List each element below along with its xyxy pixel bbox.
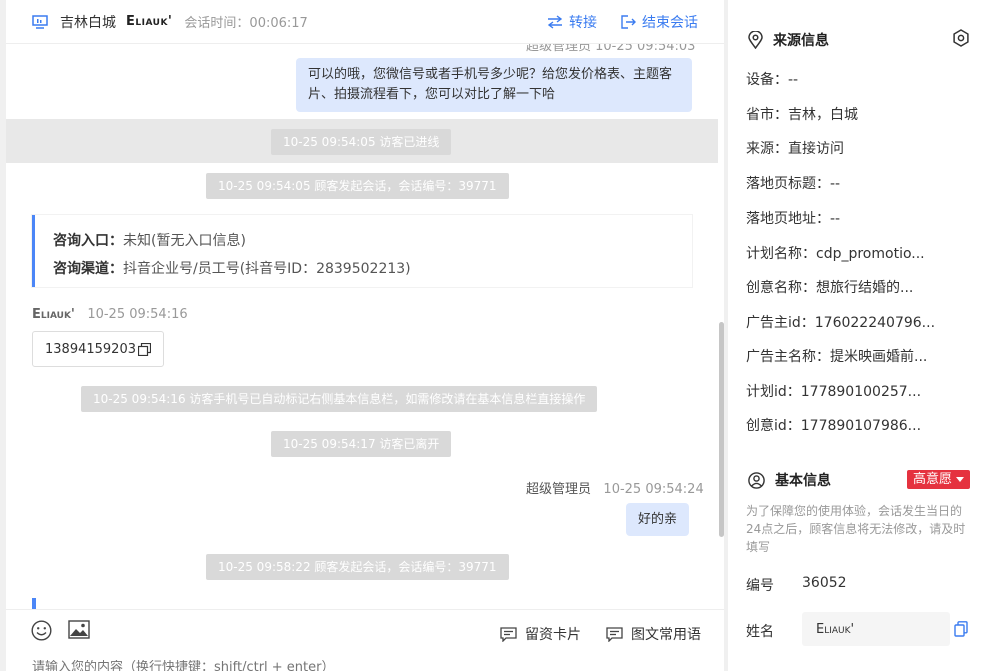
consult-channel-row: 咨询渠道：抖音企业号/员工号(抖音号ID：2839502213) [53, 255, 674, 283]
lead-card-label: 留资卡片 [525, 627, 581, 643]
name-field[interactable] [802, 612, 950, 646]
edit-notice: 为了保障您的使用体验，会话发生当日的24点之后，顾客信息将无法修改，请及时填写 [746, 504, 966, 554]
settings-icon[interactable] [952, 29, 970, 47]
card-edge [32, 598, 36, 609]
message-list[interactable]: 超级管理员 10-25 09:54:03 可以的哦，您微信号或者手机号多少呢？给… [6, 44, 724, 609]
visitor-message-name: Eliauk' [32, 307, 75, 322]
info-row-advertiser-name: 广告主名称：提米映画婚前... [746, 349, 928, 365]
intent-label: 高意愿 [913, 472, 953, 487]
info-panel: 来源信息 设备：-- 省市：吉林，白城 来源：直接访问 落地页标题：-- 落地页… [728, 0, 992, 671]
agent-message-bubble: 可以的哦，您微信号或者手机号多少呢？给您发价格表、主题客片、拍摄流程看下，您可以… [296, 58, 692, 112]
info-row-advertiser-id: 广告主id：176022240796... [746, 315, 936, 331]
header-actions: 转接 结束会话 [547, 0, 698, 44]
consult-entry-row: 咨询入口：未知(暂无入口信息) [53, 227, 674, 255]
consult-channel-label: 咨询渠道： [53, 261, 123, 277]
basic-info-title: 基本信息 [748, 470, 831, 490]
consult-info-card: 咨询入口：未知(暂无入口信息) 咨询渠道：抖音企业号/员工号(抖音号ID：283… [32, 215, 692, 287]
transfer-button[interactable]: 转接 [547, 12, 597, 32]
app-root: 吉林白城 Eliauk' 会话时间：00:06:17 转接 结束会话 超级管理员… [0, 0, 992, 671]
info-row-landing-url: 落地页地址：-- [746, 211, 841, 227]
phone-number: 13894159203 [45, 341, 136, 357]
system-message: 10-25 09:58:22 顾客发起会话，会话编号：39771 [206, 554, 509, 580]
visitor-message-time: 10-25 09:54:16 [87, 307, 188, 322]
copy-icon[interactable] [137, 342, 151, 356]
id-label: 编号 [746, 578, 774, 594]
info-row-plan-name: 计划名称：cdp_promotio... [746, 246, 925, 262]
intent-dropdown[interactable]: 高意愿 [907, 470, 971, 489]
system-message: 10-25 09:54:16 访客手机号已自动标记右侧基本信息栏，如需修改请在基… [81, 386, 598, 412]
user-circle-icon [748, 471, 765, 489]
agent-message-bubble: 好的亲 [626, 503, 690, 536]
visitor-message-meta: Eliauk' 10-25 09:54:16 [32, 307, 188, 322]
basic-info-label: 基本信息 [775, 473, 831, 489]
source-info-label: 来源信息 [773, 33, 829, 49]
info-row-device: 设备：-- [746, 72, 799, 88]
id-value: 36052 [802, 575, 847, 591]
chat-panel: 吉林白城 Eliauk' 会话时间：00:06:17 转接 结束会话 超级管理员… [6, 0, 724, 671]
info-row-plan-id: 计划id：177890100257... [746, 384, 922, 400]
agent-message-meta: 超级管理员 10-25 09:54:24 [526, 478, 704, 497]
transfer-label: 转接 [569, 15, 597, 31]
image-icon[interactable] [68, 620, 90, 639]
scrollbar-thumb[interactable] [719, 322, 724, 537]
agent-message-name: 超级管理员 [526, 482, 592, 497]
chat-header: 吉林白城 Eliauk' 会话时间：00:06:17 转接 结束会话 [6, 0, 724, 44]
end-session-button[interactable]: 结束会话 [621, 12, 698, 32]
quick-reply-button[interactable]: 图文常用语 [606, 624, 701, 644]
info-row-creative-name: 创意名称：想旅行结婚的... [746, 280, 914, 296]
transfer-icon [547, 15, 563, 29]
info-row-source: 来源：直接访问 [746, 141, 844, 157]
visitor-name: Eliauk' [126, 14, 173, 29]
quick-reply-label: 图文常用语 [631, 627, 701, 643]
info-row-creative-id: 创意id：177890107986... [746, 418, 922, 434]
message-input[interactable] [32, 660, 632, 671]
visitor-location: 吉林白城 [60, 14, 116, 31]
consult-entry-value: 未知(暂无入口信息) [123, 233, 246, 249]
visitor-phone-message[interactable]: 13894159203 [32, 331, 164, 367]
copy-icon[interactable] [954, 621, 968, 637]
info-row-province-city: 省市：吉林，白城 [746, 107, 858, 123]
end-session-label: 结束会话 [642, 15, 698, 31]
system-message: 10-25 09:54:05 顾客发起会话，会话编号：39771 [206, 173, 509, 199]
name-label: 姓名 [746, 624, 774, 640]
monitor-icon [32, 14, 48, 29]
agent-message-time: 10-25 09:54:24 [603, 482, 704, 497]
consult-channel-value: 抖音企业号/员工号(抖音号ID：2839502213) [123, 261, 411, 277]
exit-icon [621, 15, 636, 29]
source-info-title: 来源信息 [748, 30, 829, 50]
emoji-icon[interactable] [31, 620, 52, 641]
lead-card-button[interactable]: 留资卡片 [500, 624, 581, 644]
quick-reply-icon [606, 626, 623, 642]
info-row-landing-title: 落地页标题：-- [746, 176, 841, 192]
message-meta-cut: 超级管理员 10-25 09:54:03 [526, 44, 696, 54]
lead-card-icon [500, 626, 517, 642]
session-time: 会话时间：00:06:17 [184, 16, 308, 31]
system-message: 10-25 09:54:17 访客已离开 [271, 431, 452, 457]
message-composer: 留资卡片 图文常用语 [6, 609, 724, 671]
system-message: 10-25 09:54:05 访客已进线 [271, 129, 452, 155]
location-pin-icon [748, 31, 763, 49]
caret-down-icon [956, 477, 965, 482]
consult-entry-label: 咨询入口： [53, 233, 123, 249]
